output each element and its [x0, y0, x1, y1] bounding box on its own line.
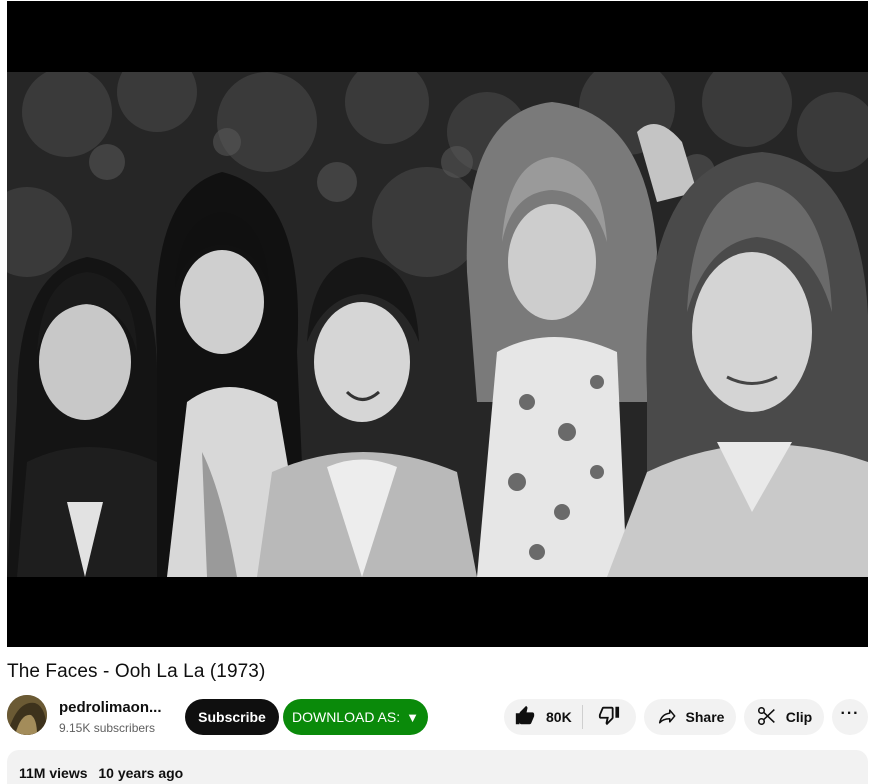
dislike-button[interactable] — [583, 699, 635, 735]
more-icon: ··· — [840, 705, 860, 722]
upload-age: 10 years ago — [98, 765, 184, 781]
like-button[interactable]: 80K — [504, 699, 582, 735]
clip-label: Clip — [785, 709, 813, 725]
subscriber-count: 9.15K subscribers — [59, 721, 156, 735]
thumbs-up-icon — [514, 705, 536, 730]
description-box[interactable]: 11M views 10 years ago — [7, 750, 868, 784]
video-title: The Faces - Ooh La La (1973) — [7, 661, 266, 682]
watch-page: The Faces - Ooh La La (1973) pedrolimaon… — [0, 0, 873, 784]
subscribe-button[interactable]: Subscribe — [185, 699, 279, 735]
clip-button[interactable]: Clip — [744, 699, 824, 735]
share-label: Share — [685, 709, 725, 725]
share-button[interactable]: Share — [644, 699, 736, 735]
band-photo — [7, 72, 868, 577]
like-count: 80K — [546, 709, 572, 725]
like-dislike-group: 80K — [504, 699, 636, 735]
more-actions-button[interactable]: ··· — [832, 699, 868, 735]
video-frame — [7, 72, 868, 577]
view-count: 11M views — [19, 765, 88, 781]
avatar-image — [7, 695, 47, 735]
scissors-icon — [756, 705, 778, 730]
dropdown-arrow-icon: ▼ — [406, 709, 419, 725]
share-icon — [656, 705, 678, 730]
thumbs-down-icon — [598, 704, 620, 731]
channel-avatar[interactable] — [7, 695, 47, 735]
video-player[interactable] — [7, 1, 868, 647]
channel-name[interactable]: pedrolimaon... — [59, 699, 162, 716]
video-meta: 11M views 10 years ago — [19, 765, 183, 781]
download-label: DOWNLOAD AS: — [291, 709, 401, 725]
download-button[interactable]: DOWNLOAD AS: ▼ — [283, 699, 428, 735]
